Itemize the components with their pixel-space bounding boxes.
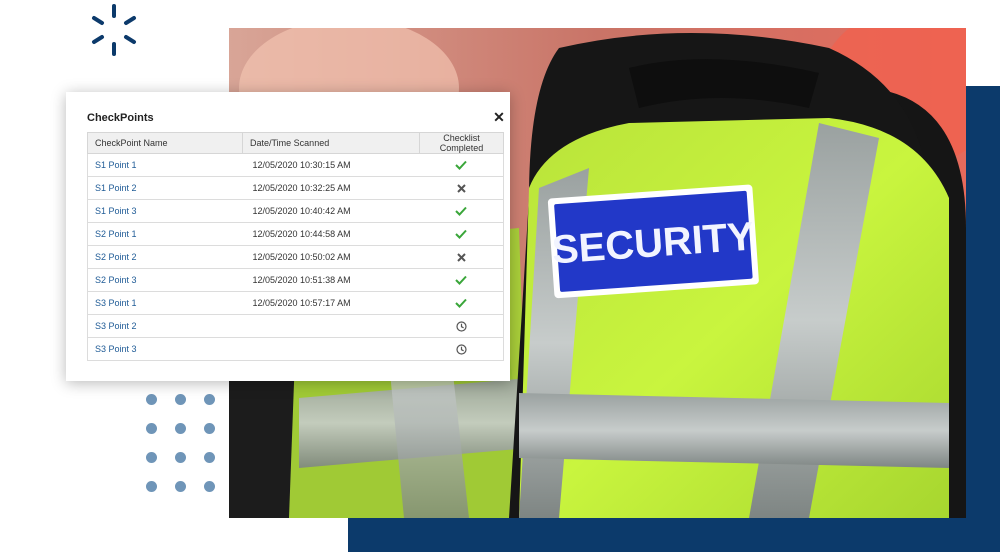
- checkpoint-name-cell: S1 Point 1: [87, 153, 243, 177]
- checkpoint-link[interactable]: S2 Point 2: [95, 252, 137, 262]
- checkpoint-link[interactable]: S1 Point 3: [95, 206, 137, 216]
- dot: [146, 394, 157, 405]
- datetime-cell: [242, 337, 420, 361]
- table-row[interactable]: S1 Point 1 12/05/2020 10:30:15 AM: [87, 153, 504, 177]
- datetime-cell: 12/05/2020 10:44:58 AM: [242, 222, 420, 246]
- checkpoint-name-cell: S3 Point 1: [87, 291, 243, 315]
- checklist-status-cell: [419, 153, 504, 177]
- dot: [175, 452, 186, 463]
- checklist-status-cell: [419, 199, 504, 223]
- column-header-datetime[interactable]: Date/Time Scanned: [242, 132, 420, 154]
- table-row[interactable]: S3 Point 2: [87, 314, 504, 338]
- table-row[interactable]: S3 Point 3: [87, 337, 504, 361]
- table-row[interactable]: S3 Point 1 12/05/2020 10:57:17 AM: [87, 291, 504, 315]
- x-icon: [457, 183, 466, 193]
- table-header-row: CheckPoint Name Date/Time Scanned Checkl…: [87, 132, 504, 154]
- dot: [146, 481, 157, 492]
- close-button[interactable]: ✕: [492, 110, 506, 124]
- checkpoint-link[interactable]: S3 Point 1: [95, 298, 137, 308]
- x-icon: [457, 252, 466, 262]
- checklist-status-cell: [419, 268, 504, 292]
- check-icon: [455, 298, 467, 309]
- checkpoint-name-cell: S3 Point 3: [87, 337, 243, 361]
- checkpoint-link[interactable]: S1 Point 1: [95, 160, 137, 170]
- datetime-cell: 12/05/2020 10:57:17 AM: [242, 291, 420, 315]
- checkpoint-link[interactable]: S1 Point 2: [95, 183, 137, 193]
- checklist-status-cell: [419, 245, 504, 269]
- checkpoint-name-cell: S2 Point 3: [87, 268, 243, 292]
- panel-title: CheckPoints: [87, 112, 154, 124]
- table-row[interactable]: S1 Point 3 12/05/2020 10:40:42 AM: [87, 199, 504, 223]
- dot-grid-decoration: [146, 394, 226, 498]
- datetime-cell: 12/05/2020 10:32:25 AM: [242, 176, 420, 200]
- table-row[interactable]: S2 Point 1 12/05/2020 10:44:58 AM: [87, 222, 504, 246]
- dot: [204, 394, 215, 405]
- dot: [204, 423, 215, 434]
- table-body: S1 Point 1 12/05/2020 10:30:15 AM S1 Point…: [87, 153, 504, 361]
- checkpoint-name-cell: S2 Point 1: [87, 222, 243, 246]
- column-header-checklist[interactable]: Checklist Completed: [419, 132, 504, 154]
- check-icon: [455, 160, 467, 171]
- datetime-cell: [242, 314, 420, 338]
- checkpoint-name-cell: S3 Point 2: [87, 314, 243, 338]
- datetime-cell: 12/05/2020 10:40:42 AM: [242, 199, 420, 223]
- datetime-cell: 12/05/2020 10:30:15 AM: [242, 153, 420, 177]
- checkpoint-link[interactable]: S2 Point 1: [95, 229, 137, 239]
- column-header-name[interactable]: CheckPoint Name: [87, 132, 243, 154]
- checklist-status-cell: [419, 314, 504, 338]
- datetime-cell: 12/05/2020 10:50:02 AM: [242, 245, 420, 269]
- close-icon: ✕: [493, 109, 505, 125]
- checkpoint-link[interactable]: S3 Point 2: [95, 321, 137, 331]
- table-row[interactable]: S1 Point 2 12/05/2020 10:32:25 AM: [87, 176, 504, 200]
- checkpoints-table: CheckPoint Name Date/Time Scanned Checkl…: [87, 132, 504, 361]
- checkpoint-name-cell: S2 Point 2: [87, 245, 243, 269]
- checklist-status-cell: [419, 291, 504, 315]
- table-row[interactable]: S2 Point 2 12/05/2020 10:50:02 AM: [87, 245, 504, 269]
- check-icon: [455, 275, 467, 286]
- dot: [204, 452, 215, 463]
- dot: [175, 423, 186, 434]
- checkpoint-name-cell: S1 Point 3: [87, 199, 243, 223]
- dot: [146, 452, 157, 463]
- datetime-cell: 12/05/2020 10:51:38 AM: [242, 268, 420, 292]
- checklist-status-cell: [419, 176, 504, 200]
- table-row[interactable]: S2 Point 3 12/05/2020 10:51:38 AM: [87, 268, 504, 292]
- navy-backdrop-right: [966, 86, 1000, 552]
- checkpoints-panel: CheckPoints ✕ CheckPoint Name Date/Time …: [66, 92, 510, 381]
- checkpoint-name-cell: S1 Point 2: [87, 176, 243, 200]
- burst-icon: [92, 4, 136, 56]
- checklist-status-cell: [419, 222, 504, 246]
- checklist-status-cell: [419, 337, 504, 361]
- checkpoint-link[interactable]: S2 Point 3: [95, 275, 137, 285]
- checkpoint-link[interactable]: S3 Point 3: [95, 344, 137, 354]
- clock-icon: [456, 343, 467, 355]
- dot: [146, 423, 157, 434]
- dot: [175, 394, 186, 405]
- navy-backdrop-bottom: [348, 517, 1000, 552]
- clock-icon: [456, 320, 467, 332]
- check-icon: [455, 206, 467, 217]
- dot: [175, 481, 186, 492]
- dot: [204, 481, 215, 492]
- check-icon: [455, 229, 467, 240]
